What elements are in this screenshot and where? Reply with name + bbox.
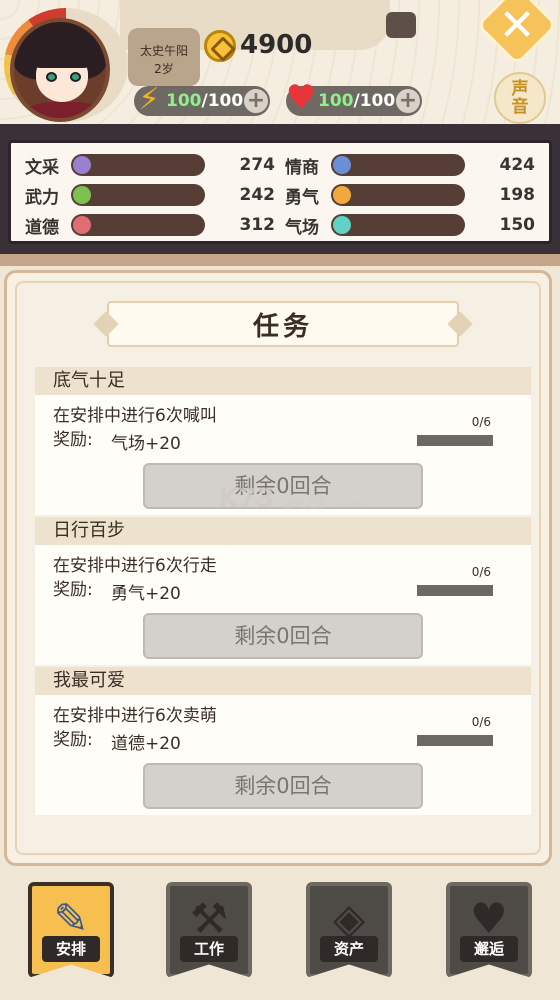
age-progress-ring <box>4 8 128 122</box>
coin-count: 4900 <box>240 30 313 60</box>
nav-arrange-button[interactable]: ✎ 安排 <box>28 882 114 978</box>
task-progress-bar <box>417 435 493 446</box>
divider-strip <box>0 254 560 266</box>
avatar[interactable] <box>10 18 110 122</box>
dialog-title: 任务 <box>252 311 313 342</box>
task-claim-button[interactable]: 剩余0回合 <box>143 613 423 659</box>
attribute-value: 198 <box>499 185 536 205</box>
avatar-eye-right <box>70 72 81 82</box>
attribute-label: 情商 <box>285 157 319 178</box>
nav-encounter-button[interactable]: ♥ 邂逅 <box>446 882 532 978</box>
attribute-label: 道德 <box>25 217 59 238</box>
attribute-value: 424 <box>499 155 536 175</box>
attribute-row: 气场 150 <box>285 213 536 238</box>
task-reward-label: 奖励: <box>53 730 93 750</box>
attribute-bar <box>331 154 465 176</box>
add-energy-button[interactable]: + <box>244 89 268 113</box>
attribute-label: 文采 <box>25 157 59 178</box>
energy-max: /100 <box>201 91 244 111</box>
sound-label-2: 音 <box>511 97 529 117</box>
nav-label: 资产 <box>320 936 378 962</box>
task-reward-label: 奖励: <box>53 580 93 600</box>
heart-icon: ♥ <box>285 78 317 118</box>
health-pill: ♥ 100 /100 + <box>286 80 422 116</box>
task-reward: 气场+20 <box>111 434 181 454</box>
task-progress-text: 0/6 <box>471 415 491 429</box>
task-progress-text: 0/6 <box>471 565 491 579</box>
energy-pill: ⚡ 100 /100 + <box>134 82 270 117</box>
attribute-row: 文采 274 <box>25 153 276 178</box>
task-card: 日行百步 在安排中进行6次行走 奖励: 勇气+20 0/6 剩余0回合 <box>35 517 531 665</box>
task-name: 底气十足 <box>35 367 531 395</box>
task-description: 在安排中进行6次卖萌 <box>53 706 217 726</box>
sound-label-1: 声 <box>511 79 529 99</box>
watermark-sub: 游戏之家 <box>283 497 328 510</box>
task-reward-label: 奖励: <box>53 430 93 450</box>
attribute-row: 道德 312 <box>25 213 276 238</box>
attribute-dot <box>73 216 91 234</box>
bottom-nav: ✎ 安排 ⚒ 工作 ◈ 资产 ♥ 邂逅 <box>0 870 560 1000</box>
attribute-dot <box>333 186 351 204</box>
attribute-value: 312 <box>239 215 276 235</box>
player-age: 2岁 <box>154 62 174 76</box>
attribute-bar <box>331 184 465 206</box>
nav-label: 安排 <box>42 936 100 962</box>
sound-toggle-button[interactable]: 声 音 <box>494 72 546 124</box>
task-progress-bar <box>417 585 493 596</box>
health-max: /100 <box>353 91 396 111</box>
energy-value: 100 <box>166 91 202 111</box>
task-progress-text: 0/6 <box>471 715 491 729</box>
coin-icon <box>204 30 236 62</box>
header-ribbon-end <box>386 12 416 38</box>
watermark-main: K73 <box>218 484 275 514</box>
health-value: 100 <box>318 91 354 111</box>
attribute-value: 274 <box>239 155 276 175</box>
avatar-eye-left <box>46 72 57 82</box>
attribute-label: 气场 <box>285 217 319 238</box>
task-description: 在安排中进行6次行走 <box>53 556 217 576</box>
attribute-value: 150 <box>499 215 536 235</box>
attribute-row: 情商 424 <box>285 153 536 178</box>
task-reward: 道德+20 <box>111 734 181 754</box>
dialog-title-banner: 任务 <box>107 301 459 347</box>
attribute-panel: 文采 274 情商 424 武力 242 勇气 198 道德 312 气场 15… <box>0 124 560 254</box>
task-name: 我最可爱 <box>35 667 531 695</box>
close-icon: ✕ <box>498 0 536 51</box>
attribute-row: 勇气 198 <box>285 183 536 208</box>
player-info: 太史午阳 2岁 <box>128 28 200 86</box>
attribute-bar <box>71 214 205 236</box>
attribute-dot <box>73 186 91 204</box>
nav-work-button[interactable]: ⚒ 工作 <box>166 882 252 978</box>
watermark-domain: .com <box>336 497 364 510</box>
attribute-bar <box>71 184 205 206</box>
attribute-label: 勇气 <box>285 187 319 208</box>
avatar-bangs <box>28 36 96 68</box>
attribute-dot <box>73 156 91 174</box>
task-description: 在安排中进行6次喊叫 <box>53 406 217 426</box>
player-name: 太史午阳 <box>139 44 188 58</box>
nav-label: 邂逅 <box>460 936 518 962</box>
avatar-body <box>24 102 104 118</box>
task-progress-bar <box>417 735 493 746</box>
lightning-icon: ⚡ <box>138 82 160 117</box>
nav-label: 工作 <box>180 936 238 962</box>
add-health-button[interactable]: + <box>396 89 420 113</box>
nav-assets-button[interactable]: ◈ 资产 <box>306 882 392 978</box>
task-name: 日行百步 <box>35 517 531 545</box>
task-card: 我最可爱 在安排中进行6次卖萌 奖励: 道德+20 0/6 剩余0回合 <box>35 667 531 815</box>
attribute-bar <box>331 214 465 236</box>
attribute-value: 242 <box>239 185 276 205</box>
attribute-panel-inner: 文采 274 情商 424 武力 242 勇气 198 道德 312 气场 15… <box>8 140 552 244</box>
attribute-row: 武力 242 <box>25 183 276 208</box>
header: 太史午阳 2岁 4900 ⚡ 100 /100 + ♥ 100 /100 + 声… <box>0 0 560 128</box>
watermark: K73 游戏之家 .com <box>218 484 363 514</box>
attribute-dot <box>333 156 351 174</box>
attribute-bar <box>71 154 205 176</box>
task-dialog: 任务 底气十足 在安排中进行6次喊叫 奖励: 气场+20 0/6 剩余0回合 日… <box>4 270 552 866</box>
attribute-dot <box>333 216 351 234</box>
attribute-label: 武力 <box>25 187 59 208</box>
task-reward: 勇气+20 <box>111 584 181 604</box>
task-claim-button[interactable]: 剩余0回合 <box>143 763 423 809</box>
